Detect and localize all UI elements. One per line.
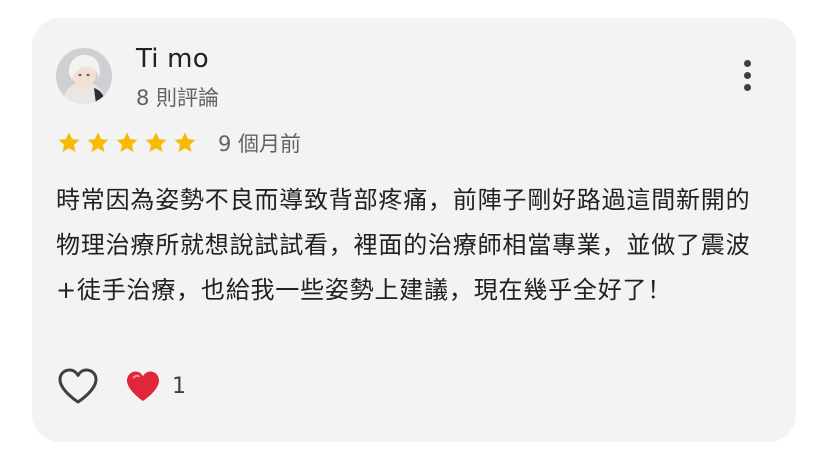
review-time: 9 個月前 xyxy=(218,132,302,156)
heart-reaction-count: 1 xyxy=(172,373,186,399)
review-actions: 1 xyxy=(56,366,186,406)
avatar[interactable] xyxy=(56,48,112,104)
more-options-button[interactable] xyxy=(732,56,764,96)
more-vert-icon xyxy=(744,60,751,67)
star-icon xyxy=(85,130,111,156)
star-icon xyxy=(143,130,169,156)
review-card: Ti mo 8 則評論 9 個月前 時常因為姿勢不良而導致背部疼痛，前陣子剛好路… xyxy=(32,18,796,442)
review-text: 時常因為姿勢不良而導致背部疼痛，前陣子剛好路過這間新開的物理治療所就想說試試看，… xyxy=(56,186,751,304)
star-icon xyxy=(172,130,198,156)
rating-row: 9 個月前 xyxy=(56,126,301,160)
author-review-count: 8 則評論 xyxy=(136,86,220,110)
red-heart-icon xyxy=(127,371,159,401)
star-icon xyxy=(114,130,140,156)
heart-outline-icon xyxy=(58,368,98,404)
author-name[interactable]: Ti mo xyxy=(136,44,209,74)
heart-reaction-button[interactable]: 1 xyxy=(124,368,186,404)
star-icon xyxy=(56,130,82,156)
like-button[interactable] xyxy=(56,366,100,406)
star-rating xyxy=(56,130,198,156)
